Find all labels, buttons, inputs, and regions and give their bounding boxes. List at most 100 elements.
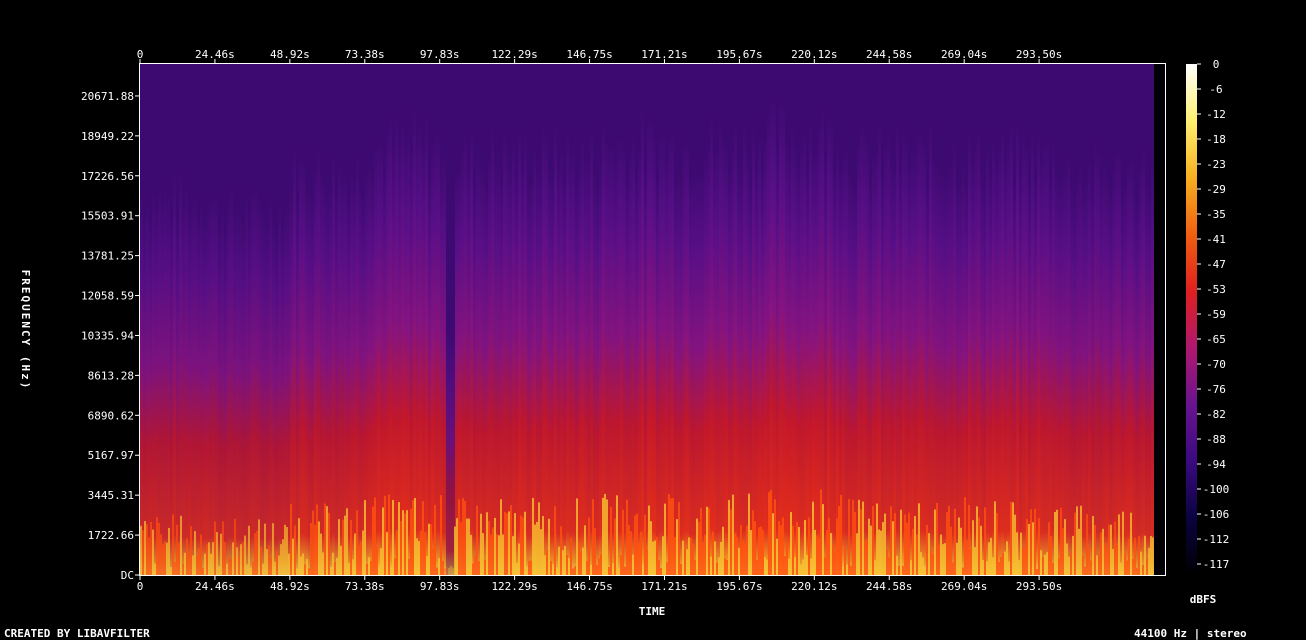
spectro-column xyxy=(206,207,209,575)
spectro-lowband xyxy=(1006,541,1008,575)
spectro-lowband xyxy=(668,494,670,575)
spectro-lowband xyxy=(670,498,672,575)
spectro-column xyxy=(911,145,914,575)
spectro-lowband xyxy=(944,543,946,575)
spectro-lowband xyxy=(616,495,618,575)
spectro-lowband xyxy=(760,526,762,575)
spectro-column xyxy=(1007,134,1010,575)
spectro-lowband xyxy=(1148,547,1150,575)
spectro-column xyxy=(806,165,809,575)
spectro-lowband xyxy=(808,517,810,575)
spectro-column xyxy=(425,110,428,575)
spectro-lowband xyxy=(432,548,434,575)
spectro-lowband xyxy=(148,537,150,575)
spectro-lowband xyxy=(222,521,224,575)
spectro-column xyxy=(740,167,743,575)
spectro-column xyxy=(431,141,434,575)
spectro-column xyxy=(287,199,290,575)
spectro-lowband xyxy=(220,533,222,575)
spectro-lowband xyxy=(770,489,772,575)
spectro-lowband xyxy=(566,555,568,575)
spectro-column xyxy=(512,133,515,575)
spectro-lowband xyxy=(646,549,648,575)
spectro-column xyxy=(710,110,713,575)
spectro-column xyxy=(236,206,239,575)
y-tick-label: 17226.56 xyxy=(81,170,134,183)
spectro-lowband xyxy=(400,521,402,575)
spectro-column xyxy=(695,164,698,575)
spectro-lowband xyxy=(956,542,958,575)
spectro-column xyxy=(650,113,653,575)
x-tick-label-top: 244.58s xyxy=(866,48,912,61)
colorbar-tick-label: -106 xyxy=(1203,508,1230,521)
spectro-lowband xyxy=(688,537,690,575)
spectro-lowband xyxy=(520,515,522,575)
spectro-column xyxy=(299,152,302,575)
spectro-lowband xyxy=(966,539,968,575)
spectro-column xyxy=(1067,149,1070,575)
spectro-lowband xyxy=(1150,536,1152,575)
spectro-lowband xyxy=(202,567,204,575)
spectro-column xyxy=(449,331,452,575)
spectro-lowband xyxy=(326,506,328,575)
spectro-column xyxy=(263,212,266,575)
spectro-lowband xyxy=(162,544,164,575)
spectro-column xyxy=(584,153,587,575)
spectro-lowband xyxy=(266,549,268,575)
spectro-lowband xyxy=(272,523,274,575)
spectro-lowband xyxy=(538,502,540,575)
spectro-lowband xyxy=(804,520,806,575)
spectro-lowband xyxy=(1044,554,1046,575)
spectro-lowband xyxy=(434,504,436,575)
spectro-column xyxy=(284,206,287,575)
spectro-column xyxy=(803,126,806,575)
spectro-lowband xyxy=(458,499,460,575)
spectro-lowband xyxy=(904,514,906,575)
spectro-lowband xyxy=(950,526,952,575)
y-tick-label: 10335.94 xyxy=(81,329,134,342)
spectro-lowband xyxy=(864,540,866,575)
spectro-column xyxy=(338,158,341,575)
spectro-lowband xyxy=(320,533,322,575)
spectro-lowband xyxy=(602,497,604,575)
spectro-lowband xyxy=(212,542,214,575)
spectro-column xyxy=(737,160,740,575)
spectro-column xyxy=(566,127,569,575)
spectro-lowband xyxy=(150,521,152,575)
spectro-column xyxy=(902,126,905,575)
spectro-column xyxy=(599,160,602,575)
spectro-column xyxy=(734,118,737,575)
spectro-lowband xyxy=(1112,549,1114,575)
spectro-lowband xyxy=(968,504,970,575)
spectro-column xyxy=(239,206,242,575)
spectro-lowband xyxy=(298,518,300,575)
spectro-lowband xyxy=(168,527,170,575)
spectro-lowband xyxy=(288,553,290,575)
spectro-lowband xyxy=(572,568,574,575)
spectro-lowband xyxy=(384,495,386,575)
spectro-lowband xyxy=(658,560,660,575)
spectro-column xyxy=(308,186,311,575)
spectro-lowband xyxy=(246,564,248,575)
spectro-lowband xyxy=(908,512,910,575)
spectro-lowband xyxy=(364,500,366,575)
spectro-column xyxy=(359,180,362,575)
spectro-lowband xyxy=(1146,558,1148,575)
y-tick-label: 15503.91 xyxy=(81,210,134,223)
spectro-column xyxy=(623,139,626,575)
spectro-lowband xyxy=(606,499,608,575)
spectro-lowband xyxy=(528,560,530,575)
spectro-lowband xyxy=(1118,514,1120,575)
spectro-lowband xyxy=(442,560,444,575)
spectro-lowband xyxy=(1124,553,1126,575)
x-tick-label-bottom: 269.04s xyxy=(941,580,987,593)
spectro-column xyxy=(473,178,476,575)
spectro-lowband xyxy=(906,522,908,575)
spectro-column xyxy=(1133,185,1136,575)
spectro-lowband xyxy=(812,501,814,575)
spectro-column xyxy=(998,144,1001,575)
spectro-lowband xyxy=(374,497,376,575)
spectro-lowband xyxy=(624,566,626,575)
spectro-lowband xyxy=(488,521,490,575)
spectro-lowband xyxy=(640,531,642,575)
